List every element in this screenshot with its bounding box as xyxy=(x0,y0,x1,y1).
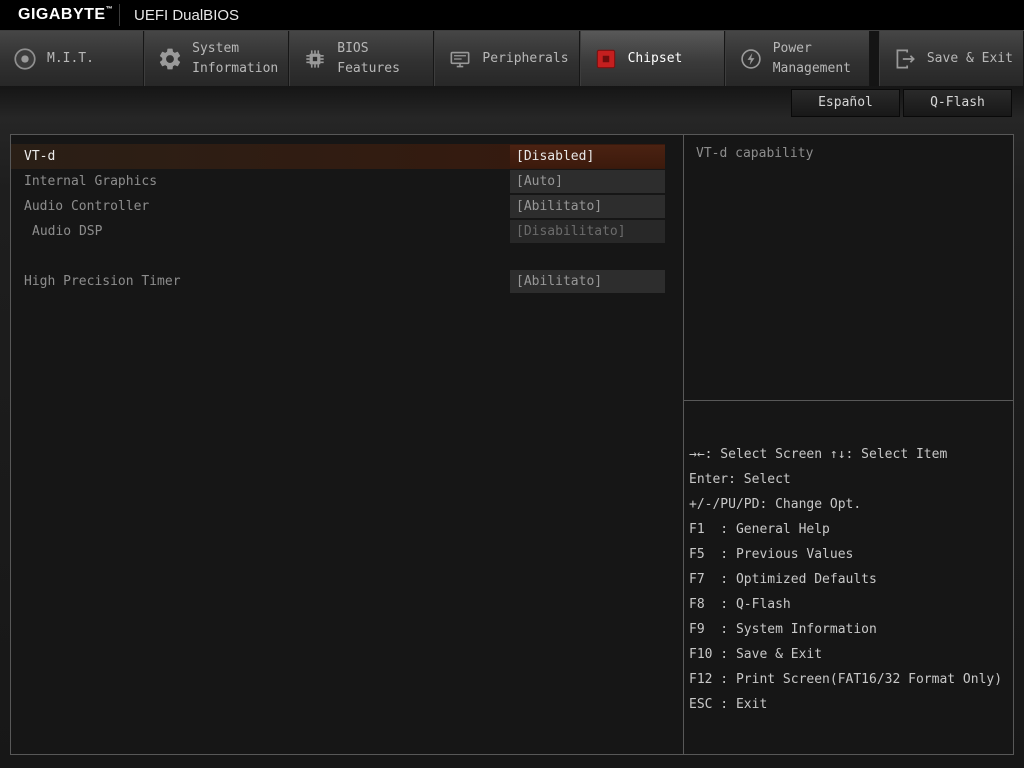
setting-row-audio-dsp: Audio DSP [Disabilitato] xyxy=(11,219,683,244)
peripherals-icon xyxy=(447,46,473,72)
qflash-button[interactable]: Q-Flash xyxy=(903,89,1012,117)
language-button[interactable]: Español xyxy=(791,89,900,117)
shortcut-line: +/-/PU/PD: Change Opt. xyxy=(689,492,1011,517)
help-panel: VT-d capability →←: Select Screen ↑↓: Se… xyxy=(683,135,1013,754)
shortcut-line: Enter: Select xyxy=(689,467,1011,492)
bios-screen: GIGABYTE™ UEFI DualBIOS M.I.T. System In… xyxy=(0,0,1024,768)
shortcut-line: F8 : Q-Flash xyxy=(689,592,1011,617)
tab-bios-features[interactable]: BIOS Features xyxy=(289,31,434,86)
setting-row-high-precision-timer[interactable]: High Precision Timer [Abilitato] xyxy=(11,269,683,294)
save-exit-icon xyxy=(892,46,918,72)
trademark-symbol: ™ xyxy=(106,6,114,13)
top-bar: GIGABYTE™ UEFI DualBIOS xyxy=(0,0,1024,30)
bios-features-chip-icon xyxy=(302,46,328,72)
shortcut-line: F5 : Previous Values xyxy=(689,542,1011,567)
shortcut-line: F12 : Print Screen(FAT16/32 Format Only) xyxy=(689,667,1011,692)
shortcut-line: F1 : General Help xyxy=(689,517,1011,542)
setting-row-audio-controller[interactable]: Audio Controller [Abilitato] xyxy=(11,194,683,219)
shortcut-list: →←: Select Screen ↑↓: Select Item Enter:… xyxy=(689,442,1011,717)
topbar-divider xyxy=(119,4,120,26)
tab-save-exit[interactable]: Save & Exit xyxy=(879,31,1024,86)
setting-label: Audio Controller xyxy=(24,199,149,214)
shortcut-line: F7 : Optimized Defaults xyxy=(689,567,1011,592)
shortcut-line: ESC : Exit xyxy=(689,692,1011,717)
setting-row-vtd[interactable]: VT-d [Disabled] xyxy=(11,144,665,169)
chipset-icon xyxy=(593,46,619,72)
power-management-icon xyxy=(738,46,764,72)
setting-label: Audio DSP xyxy=(32,224,102,239)
main-panel: VT-d [Disabled] Internal Graphics [Auto]… xyxy=(10,134,1014,755)
firmware-title: UEFI DualBIOS xyxy=(134,7,239,24)
tab-bar: M.I.T. System Information BIOS Features xyxy=(0,30,1024,86)
setting-label: High Precision Timer xyxy=(24,274,181,289)
setting-value[interactable]: [Disabled] xyxy=(510,145,665,168)
shortcut-line: →←: Select Screen ↑↓: Select Item xyxy=(689,442,1011,467)
help-divider xyxy=(684,400,1013,401)
help-description: VT-d capability xyxy=(684,135,1013,172)
tab-peripherals[interactable]: Peripherals xyxy=(434,31,579,86)
setting-value: [Disabilitato] xyxy=(510,220,665,243)
setting-row-internal-graphics[interactable]: Internal Graphics [Auto] xyxy=(11,169,683,194)
shortcut-line: F9 : System Information xyxy=(689,617,1011,642)
setting-value[interactable]: [Abilitato] xyxy=(510,195,665,218)
row-spacer xyxy=(11,244,683,269)
mit-icon xyxy=(12,46,38,72)
tab-power-management[interactable]: Power Management xyxy=(725,31,870,86)
setting-value[interactable]: [Auto] xyxy=(510,170,665,193)
tab-chipset[interactable]: Chipset xyxy=(580,31,725,86)
tab-system-information[interactable]: System Information xyxy=(144,31,289,86)
setting-value[interactable]: [Abilitato] xyxy=(510,270,665,293)
setting-label: VT-d xyxy=(24,149,55,164)
setting-label: Internal Graphics xyxy=(24,174,157,189)
shortcut-line: F10 : Save & Exit xyxy=(689,642,1011,667)
system-information-gear-icon xyxy=(157,46,183,72)
tab-mit[interactable]: M.I.T. xyxy=(0,31,144,86)
gigabyte-logo: GIGABYTE™ xyxy=(18,6,113,24)
settings-panel: VT-d [Disabled] Internal Graphics [Auto]… xyxy=(11,135,683,754)
